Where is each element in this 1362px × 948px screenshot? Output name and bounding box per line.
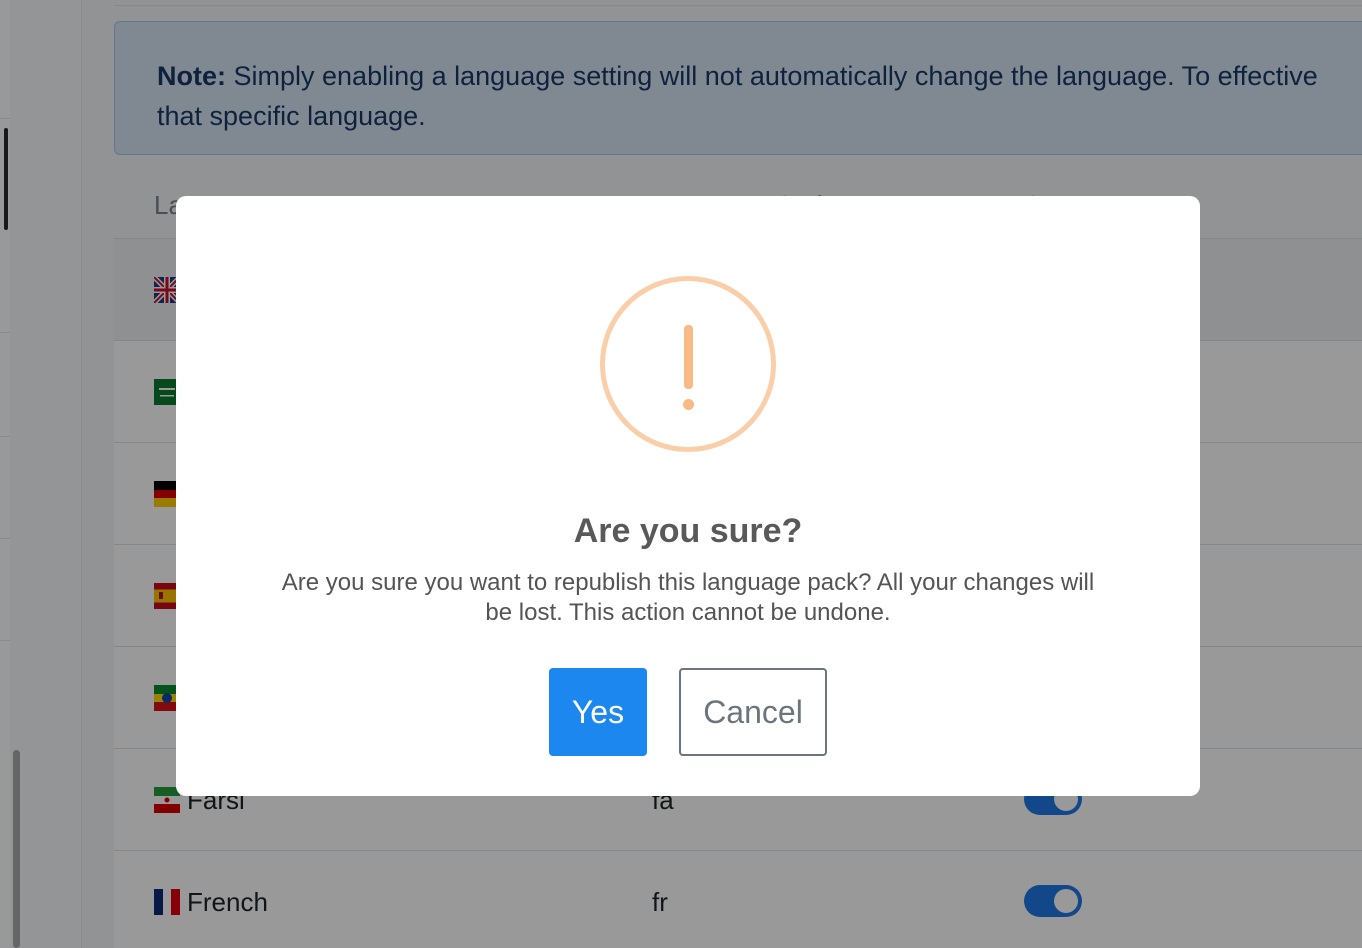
- confirm-dialog: Are you sure? Are you sure you want to r…: [176, 196, 1200, 796]
- page: Note: Simply enabling a language setting…: [0, 0, 1362, 948]
- dialog-title: Are you sure?: [573, 512, 803, 550]
- dialog-message: Are you sure you want to republish this …: [281, 569, 1095, 626]
- warning-icon: [600, 276, 776, 452]
- cancel-button[interactable]: Cancel: [679, 668, 827, 756]
- yes-button[interactable]: Yes: [549, 668, 647, 756]
